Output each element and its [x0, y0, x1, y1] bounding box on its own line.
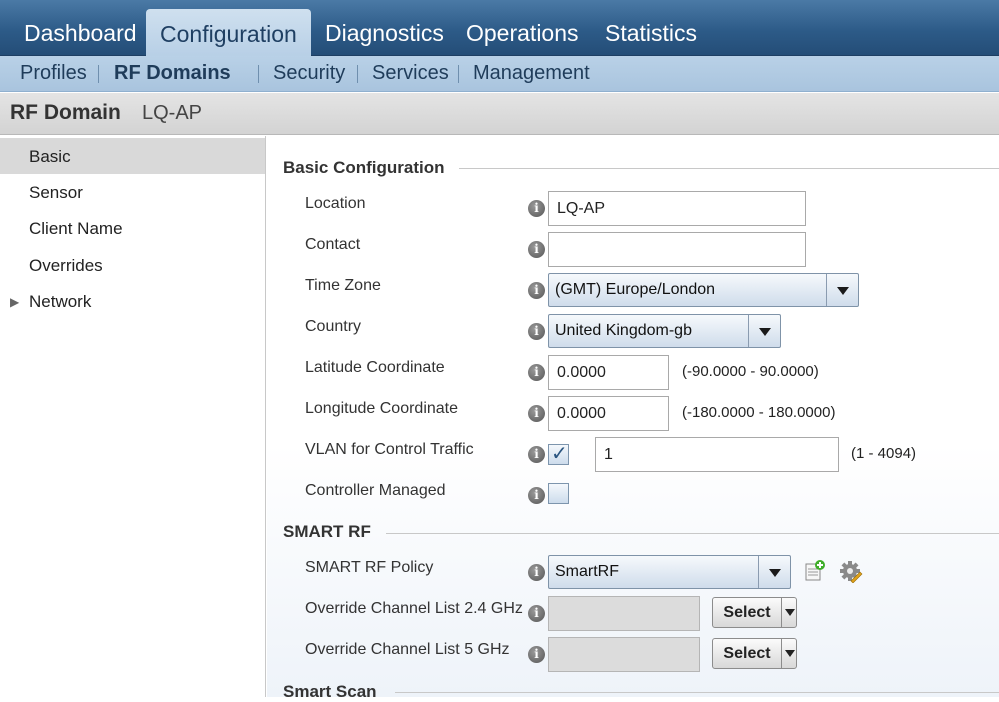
contact-label: Contact	[305, 236, 361, 253]
info-icon[interactable]: i	[528, 446, 545, 463]
sidebar-item-label: Client Name	[29, 219, 123, 238]
override-5ghz-input	[548, 637, 700, 672]
add-policy-icon[interactable]	[804, 560, 826, 582]
section-divider	[459, 168, 999, 169]
vlan-label: VLAN for Control Traffic	[305, 441, 474, 458]
override-24ghz-select-button[interactable]: Select	[712, 597, 797, 628]
time-zone-select[interactable]: (GMT) Europe/London	[548, 273, 859, 307]
time-zone-selected-value: (GMT) Europe/London	[555, 281, 716, 298]
location-label: Location	[305, 195, 366, 212]
info-icon[interactable]: i	[528, 282, 545, 299]
country-label: Country	[305, 318, 362, 335]
longitude-input[interactable]: 0.0000	[548, 396, 669, 431]
sidebar-item-sensor[interactable]: Sensor	[0, 174, 265, 210]
subtab-services[interactable]: Services	[372, 56, 449, 90]
info-icon[interactable]: i	[528, 487, 545, 504]
sidebar-item-label: Overrides	[29, 256, 103, 275]
info-icon[interactable]: i	[528, 564, 545, 581]
vlan-checkbox[interactable]: ✓	[548, 443, 569, 465]
controller-managed-label: Controller Managed	[305, 482, 446, 499]
tab-diagnostics[interactable]: Diagnostics	[325, 0, 444, 56]
sidebar-item-overrides[interactable]: Overrides	[0, 247, 265, 283]
subtab-security[interactable]: Security	[273, 56, 345, 90]
main-content: Basic Configuration Location i LQ-AP Con…	[267, 136, 999, 701]
controller-managed-checkbox[interactable]	[548, 483, 569, 504]
info-icon[interactable]: i	[528, 605, 545, 622]
sidebar: Basic Sensor Client Name Overrides ▶ Net…	[0, 136, 266, 697]
location-input[interactable]: LQ-AP	[548, 191, 806, 226]
subtab-profiles[interactable]: Profiles	[20, 56, 87, 90]
override-5ghz-label: Override Channel List 5 GHz	[305, 641, 510, 658]
section-basic-configuration-title: Basic Configuration	[283, 158, 445, 177]
subtab-rf-domains[interactable]: RF Domains	[114, 56, 231, 90]
sidebar-item-basic[interactable]: Basic	[0, 138, 265, 174]
vlan-range: (1 - 4094)	[851, 445, 917, 462]
checkmark-icon: ✓	[551, 443, 568, 465]
override-24ghz-input	[548, 596, 700, 631]
page-title-bar: RF Domain LQ-AP	[0, 93, 999, 135]
chevron-down-icon[interactable]	[826, 274, 858, 306]
info-icon[interactable]: i	[528, 646, 545, 663]
override-24ghz-label: Override Channel List 2.4 GHz	[305, 600, 523, 617]
chevron-down-icon[interactable]	[748, 315, 780, 347]
subnav-separator	[98, 65, 99, 83]
latitude-input[interactable]: 0.0000	[548, 355, 669, 390]
rf-domain-name: LQ-AP	[142, 102, 203, 124]
select-button-label: Select	[723, 604, 771, 621]
info-icon[interactable]: i	[528, 323, 545, 340]
section-smart-scan-title: Smart Scan	[283, 682, 377, 701]
section-smart-rf-title: SMART RF	[283, 522, 371, 541]
smart-rf-policy-label: SMART RF Policy	[305, 559, 434, 576]
tab-statistics[interactable]: Statistics	[605, 0, 697, 56]
longitude-range: (-180.0000 - 180.0000)	[682, 404, 836, 421]
edit-policy-gear-icon[interactable]	[839, 559, 863, 583]
override-5ghz-select-button[interactable]: Select	[712, 638, 797, 669]
subnav-separator	[458, 65, 459, 83]
info-icon[interactable]: i	[528, 200, 545, 217]
smart-rf-policy-select[interactable]: SmartRF	[548, 555, 791, 589]
sidebar-item-label: Basic	[29, 147, 71, 166]
latitude-range: (-90.0000 - 90.0000)	[682, 363, 819, 380]
select-button-label: Select	[723, 645, 771, 662]
chevron-down-icon[interactable]	[785, 650, 795, 657]
subnav-separator	[357, 65, 358, 83]
chevron-down-icon[interactable]	[758, 556, 790, 588]
latitude-label: Latitude Coordinate	[305, 359, 445, 376]
chevron-down-icon[interactable]	[785, 609, 795, 616]
sidebar-item-network[interactable]: ▶ Network	[0, 283, 265, 319]
button-divider	[781, 639, 782, 668]
contact-input[interactable]	[548, 232, 806, 267]
section-divider	[395, 692, 999, 693]
tab-configuration[interactable]: Configuration	[146, 9, 311, 57]
tab-dashboard[interactable]: Dashboard	[24, 0, 137, 56]
info-icon[interactable]: i	[528, 405, 545, 422]
time-zone-label: Time Zone	[305, 277, 381, 294]
section-divider	[386, 533, 999, 534]
info-icon[interactable]: i	[528, 241, 545, 258]
subnav-separator	[258, 65, 259, 83]
sidebar-item-label: Network	[29, 292, 92, 311]
triangle-right-icon[interactable]: ▶	[10, 283, 19, 321]
button-divider	[781, 598, 782, 627]
country-select[interactable]: United Kingdom-gb	[548, 314, 781, 348]
smart-rf-policy-selected-value: SmartRF	[555, 563, 619, 580]
subtab-management[interactable]: Management	[473, 56, 590, 90]
sub-navigation: Profiles RF Domains Security Services Ma…	[0, 56, 999, 92]
longitude-label: Longitude Coordinate	[305, 400, 459, 417]
sidebar-item-client-name[interactable]: Client Name	[0, 210, 265, 246]
tab-operations[interactable]: Operations	[466, 0, 579, 56]
info-icon[interactable]: i	[528, 364, 545, 381]
sidebar-item-label: Sensor	[29, 183, 83, 202]
top-navigation: Dashboard Configuration Diagnostics Oper…	[0, 0, 999, 57]
page-title: RF Domain	[10, 101, 121, 124]
vlan-input[interactable]: 1	[595, 437, 839, 472]
country-selected-value: United Kingdom-gb	[555, 322, 692, 339]
